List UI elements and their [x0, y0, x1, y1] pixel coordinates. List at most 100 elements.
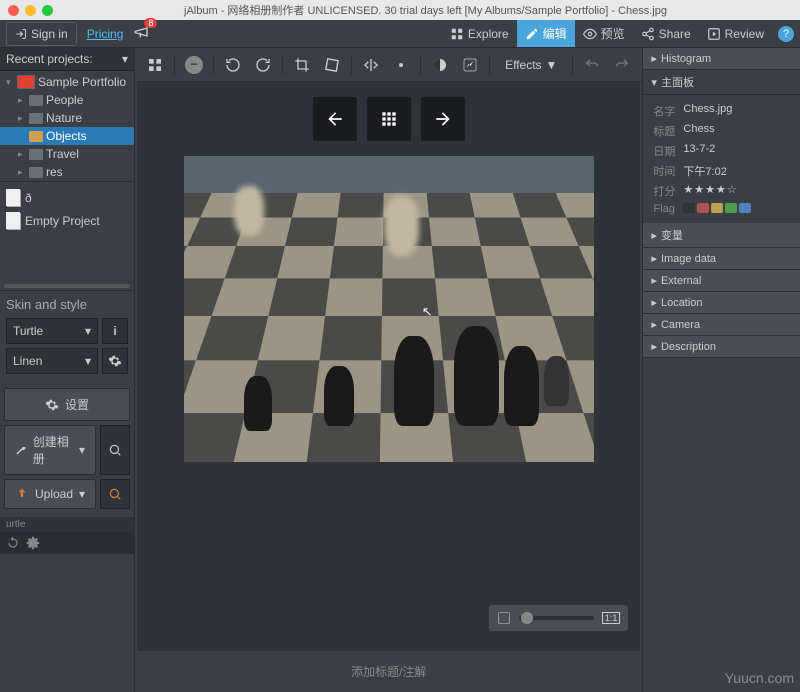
search-button[interactable]	[100, 479, 130, 509]
style-select[interactable]: Linen▾	[6, 348, 98, 374]
flip-icon	[363, 57, 379, 73]
skin-select[interactable]: Turtle▾	[6, 318, 98, 344]
field-value-time[interactable]: 下午7:02	[683, 163, 726, 179]
levels-button[interactable]	[456, 52, 484, 78]
zoom-knob[interactable]	[521, 612, 533, 624]
window-title: jAlbum - 网络相册制作者 UNLICENSED. 30 trial da…	[59, 2, 792, 18]
next-image-button[interactable]	[421, 97, 465, 141]
panel-label: External	[661, 275, 701, 287]
maximize-button[interactable]	[42, 5, 53, 16]
style-value: Linen	[13, 354, 42, 368]
panel-histogram[interactable]: ▸Histogram	[643, 48, 800, 70]
zoom-control: 1:1	[489, 605, 629, 631]
sign-in-button[interactable]: Sign in	[6, 22, 77, 46]
flag-yellow[interactable]	[711, 203, 723, 213]
field-value-title[interactable]: Chess	[683, 123, 714, 139]
properties-panel: ▸Histogram ▾主面板 名字Chess.jpg 标题Chess 日期13…	[642, 48, 800, 692]
create-album-button[interactable]: 创建相册 ▾	[4, 425, 96, 475]
one-to-one-button[interactable]: 1:1	[602, 612, 621, 624]
prev-image-button[interactable]	[313, 97, 357, 141]
effects-dropdown[interactable]: Effects▼	[495, 54, 567, 76]
tree-objects[interactable]: ▸Objects	[0, 127, 134, 145]
remove-button[interactable]: −	[180, 52, 208, 78]
nav-explore[interactable]: Explore	[442, 22, 517, 46]
expand-icon: ▸	[18, 95, 26, 106]
flag-blue[interactable]	[739, 203, 751, 213]
panel-location[interactable]: ▸Location	[643, 292, 800, 314]
field-value-name[interactable]: Chess.jpg	[683, 103, 732, 119]
crop-button[interactable]	[288, 52, 316, 78]
contrast-button[interactable]	[426, 52, 454, 78]
settings-button[interactable]: 设置	[4, 388, 130, 421]
gear-icon[interactable]	[26, 536, 40, 550]
gear-icon	[393, 57, 409, 73]
nav-review[interactable]: Review	[699, 22, 772, 46]
rotate-right-button[interactable]	[249, 52, 277, 78]
nav-edit[interactable]: 编辑	[517, 20, 575, 47]
project-label: Empty Project	[25, 214, 100, 228]
straighten-icon	[324, 57, 340, 73]
minus-icon: −	[185, 56, 203, 74]
expand-icon: ▾	[6, 77, 14, 88]
undo-button[interactable]	[578, 52, 606, 78]
levels-icon	[462, 57, 478, 73]
flag-none[interactable]	[683, 203, 695, 213]
nav-preview[interactable]: 预览	[575, 20, 633, 47]
tree-root[interactable]: ▾ Sample Portfolio	[0, 73, 134, 91]
refresh-icon[interactable]	[6, 536, 20, 550]
scrollbar[interactable]	[4, 284, 130, 288]
sidebar: Recent projects: ▾ ▾ Sample Portfolio ▸P…	[0, 48, 135, 692]
panel-variables[interactable]: ▸变量	[643, 223, 800, 248]
adjust-button[interactable]	[387, 52, 415, 78]
status-bar: urtle	[0, 517, 134, 532]
tree-people[interactable]: ▸People	[0, 91, 134, 109]
panel-label: Histogram	[661, 53, 711, 65]
panel-camera[interactable]: ▸Camera	[643, 314, 800, 336]
chevron-down-icon: ▾	[122, 52, 128, 66]
tree-travel[interactable]: ▸Travel	[0, 145, 134, 163]
panel-external[interactable]: ▸ External	[643, 270, 800, 292]
zoom-slider[interactable]	[519, 616, 594, 620]
minimize-button[interactable]	[25, 5, 36, 16]
flag-red[interactable]	[697, 203, 709, 213]
panel-main[interactable]: ▾主面板	[643, 70, 800, 95]
panel-description[interactable]: ▸Description	[643, 336, 800, 358]
arrow-right-icon	[433, 109, 453, 129]
recent-projects-header[interactable]: Recent projects: ▾	[0, 48, 134, 71]
expand-icon: ▸	[18, 149, 26, 160]
nav-share-label: Share	[659, 27, 691, 41]
close-button[interactable]	[8, 5, 19, 16]
skin-info-button[interactable]: i	[102, 318, 128, 344]
grid-view-button[interactable]	[141, 52, 169, 78]
tree-res[interactable]: ▸res	[0, 163, 134, 181]
flag-green[interactable]	[725, 203, 737, 213]
caption-input[interactable]: 添加标题/注解	[137, 653, 640, 690]
field-value-date[interactable]: 13-7-2	[683, 143, 715, 159]
preview-small-button[interactable]	[100, 425, 130, 475]
fit-icon[interactable]	[497, 611, 511, 625]
pricing-link[interactable]: Pricing	[87, 27, 124, 41]
project-row[interactable]: Empty Project	[0, 209, 134, 232]
tree-label: res	[46, 165, 63, 179]
tree-label: Objects	[46, 129, 87, 143]
flip-button[interactable]	[357, 52, 385, 78]
tree-nature[interactable]: ▸Nature	[0, 109, 134, 127]
notifications-button[interactable]: 8	[133, 24, 149, 43]
help-button[interactable]: ?	[778, 26, 794, 42]
page-icon	[6, 212, 20, 229]
panel-image-data[interactable]: ▸Image data	[643, 248, 800, 270]
project-row[interactable]: ð	[0, 186, 134, 209]
chevron-right-icon: ▸	[651, 229, 657, 242]
redo-button[interactable]	[608, 52, 636, 78]
field-label-rating: 打分	[653, 183, 683, 199]
chevron-right-icon: ▸	[651, 274, 657, 287]
image-preview[interactable]: ↖	[184, 156, 594, 462]
upload-button[interactable]: Upload ▾	[4, 479, 96, 509]
grid-button[interactable]	[367, 97, 411, 141]
sign-in-label: Sign in	[31, 27, 68, 41]
rating-stars[interactable]: ★★★★☆	[683, 183, 737, 199]
nav-share[interactable]: Share	[633, 22, 699, 46]
rotate-left-button[interactable]	[219, 52, 247, 78]
style-settings-button[interactable]	[102, 348, 128, 374]
straighten-button[interactable]	[318, 52, 346, 78]
